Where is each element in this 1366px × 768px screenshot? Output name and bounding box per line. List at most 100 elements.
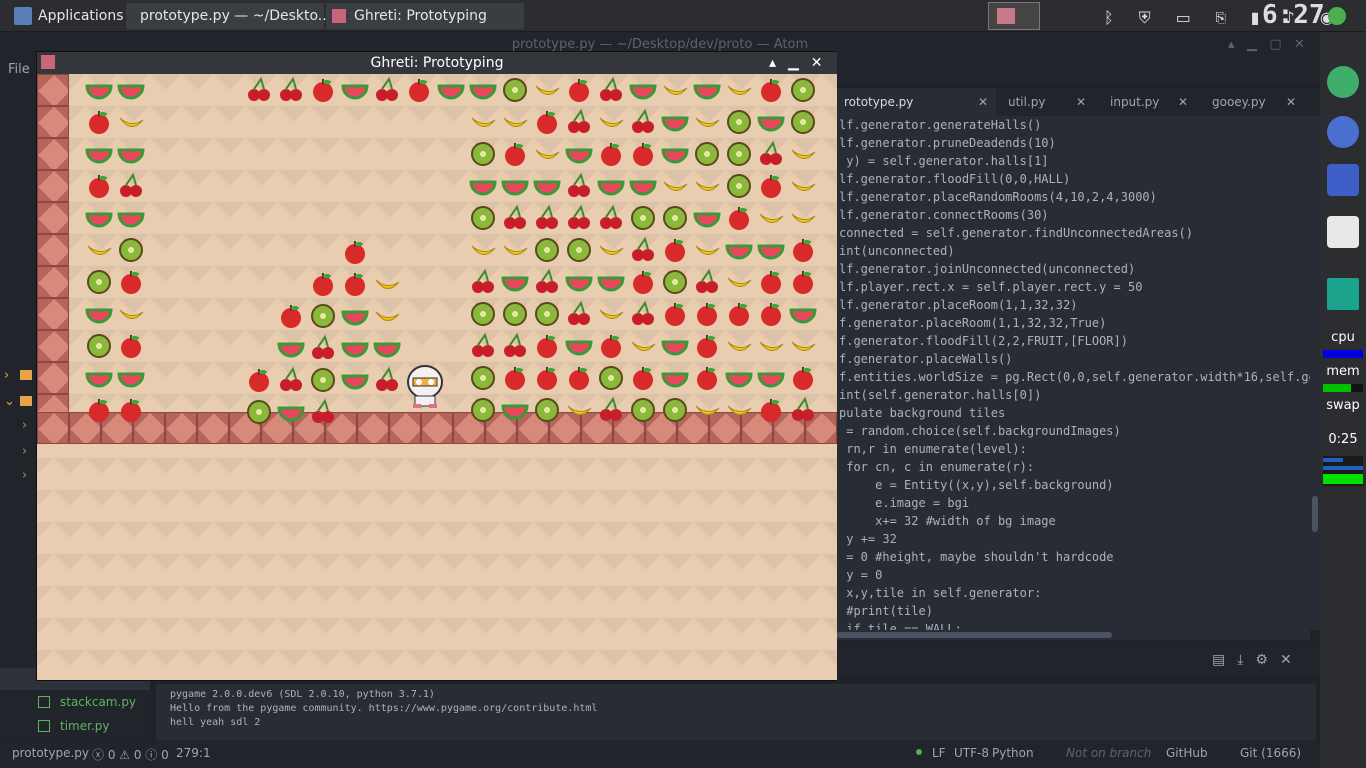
vertical-scrollbar[interactable] [1310, 116, 1320, 630]
close-icon[interactable]: ✕ [1286, 88, 1296, 116]
game-titlebar: Ghreti: Prototyping ▴▁✕ [37, 52, 837, 74]
kiwi-icon [661, 268, 689, 296]
taskbar-item-game[interactable]: Ghreti: Prototyping [326, 3, 524, 29]
apps-grid-icon[interactable] [1327, 164, 1359, 196]
kiwi-icon [501, 76, 529, 104]
files-icon[interactable] [1327, 216, 1359, 248]
chevron-right-icon[interactable]: › [22, 444, 27, 459]
taskbar-label: Ghreti: Prototyping [354, 8, 487, 24]
game-window[interactable]: Ghreti: Prototyping ▴▁✕ [36, 51, 837, 681]
tree-view[interactable]: › ⌄ › › › [0, 84, 36, 674]
banana-icon [661, 76, 689, 104]
kiwi-icon [309, 302, 337, 330]
melon-icon [469, 172, 497, 200]
melon-icon [117, 364, 145, 392]
file-icon [38, 696, 50, 708]
status-encoding[interactable]: UTF-8 [954, 746, 989, 760]
code-line: lf.generator.placeRoom(1,1,32,32) [839, 298, 1078, 312]
kiwi-icon [533, 300, 561, 328]
code-line: int(unconnected) [839, 244, 955, 258]
kiwi-icon [789, 76, 817, 104]
chevron-right-icon[interactable]: › [22, 418, 27, 433]
menu-file[interactable]: File [8, 62, 30, 77]
horizontal-scrollbar[interactable] [836, 630, 1310, 640]
taskbar-label: prototype.py — ~/Deskto... [140, 8, 332, 24]
apple-icon [533, 108, 561, 136]
cherry-icon [565, 204, 593, 232]
cherry-icon [309, 398, 337, 426]
folder-open-icon [20, 396, 32, 406]
kiwi-icon [469, 364, 497, 392]
status-eol[interactable]: LF [932, 746, 946, 760]
melon-icon [565, 140, 593, 168]
game-canvas[interactable] [37, 74, 837, 680]
window-controls[interactable]: ▴ ▁ ▢ ✕ [1228, 32, 1305, 58]
chevron-right-icon[interactable]: › [22, 468, 27, 483]
kiwi-icon [533, 236, 561, 264]
clock[interactable]: 6:27 [1262, 0, 1325, 30]
banana-icon [725, 332, 753, 360]
tree-item[interactable]: stackcam.py [60, 695, 136, 709]
apple-icon [789, 268, 817, 296]
apple-icon [565, 76, 593, 104]
chevron-down-icon[interactable]: ⌄ [4, 394, 15, 409]
status-branch[interactable]: Not on branch [1066, 746, 1151, 760]
console-controls[interactable]: ▤⤓⚙✕ [1212, 652, 1304, 668]
melon-icon [501, 268, 529, 296]
applications-menu[interactable]: Applications [14, 3, 124, 29]
close-icon[interactable]: ✕ [978, 88, 988, 116]
status-git[interactable]: Git (1666) [1240, 746, 1301, 760]
wall-tile [37, 138, 69, 170]
cherry-icon [757, 140, 785, 168]
taskbar-item-atom[interactable]: prototype.py — ~/Deskto... [126, 3, 331, 29]
apple-icon [85, 172, 113, 200]
code-line: if tile == WALL: [839, 622, 962, 630]
tab-input[interactable]: input.py ✕ [1102, 88, 1196, 116]
menu-icon [14, 7, 32, 25]
close-icon[interactable]: ✕ [1076, 88, 1086, 116]
status-diagnostics[interactable]: ⓧ 0 ⚠ 0 ⓘ 0 [92, 746, 169, 763]
cherry-icon [693, 268, 721, 296]
banana-icon [469, 236, 497, 264]
cherry-icon [245, 76, 273, 104]
tab-prototype[interactable]: rototype.py ✕ [836, 88, 996, 116]
wall-tile [37, 74, 69, 106]
status-language[interactable]: Python [992, 746, 1034, 760]
console-output[interactable]: pygame 2.0.0.dev6 (SDL 2.0.10, python 3.… [156, 684, 1316, 740]
kiwi-icon [469, 204, 497, 232]
status-github[interactable]: GitHub [1166, 746, 1208, 760]
apple-icon [309, 76, 337, 104]
melon-icon [341, 76, 369, 104]
kiwi-icon [533, 396, 561, 424]
banana-icon [789, 172, 817, 200]
scroll-thumb[interactable] [836, 632, 1112, 638]
browser-icon[interactable] [1327, 116, 1359, 148]
atom-app-icon[interactable] [1327, 66, 1359, 98]
kiwi-icon [789, 108, 817, 136]
scroll-thumb[interactable] [1312, 496, 1318, 532]
code-editor[interactable]: lf.generator.generateHalls() lf.generator… [836, 116, 1310, 630]
wall-tile [197, 412, 229, 444]
status-cursor[interactable]: 279:1 [176, 746, 211, 760]
status-file[interactable]: prototype.py [12, 746, 89, 760]
power-icon[interactable] [1328, 7, 1346, 25]
melon-icon [661, 332, 689, 360]
wall-tile [389, 412, 421, 444]
melon-icon [437, 76, 465, 104]
chevron-right-icon[interactable]: › [4, 368, 9, 383]
monitor-icon[interactable] [1327, 278, 1359, 310]
tab-util[interactable]: util.py ✕ [1000, 88, 1094, 116]
close-icon[interactable]: ✕ [1178, 88, 1188, 116]
code-line: = 0 #height, maybe shouldn't hardcode [839, 550, 1114, 564]
tab-gooey[interactable]: gooey.py ✕ [1204, 88, 1304, 116]
game-window-controls[interactable]: ▴▁✕ [769, 52, 835, 74]
code-line: = random.choice(self.backgroundImages) [839, 424, 1121, 438]
banana-icon [693, 396, 721, 424]
apple-icon [693, 332, 721, 360]
game-icon [41, 55, 55, 69]
workspace-switcher[interactable] [988, 2, 1040, 30]
tree-item[interactable]: timer.py [60, 719, 109, 733]
apple-icon [597, 140, 625, 168]
melon-icon [661, 140, 689, 168]
apple-icon [629, 364, 657, 392]
